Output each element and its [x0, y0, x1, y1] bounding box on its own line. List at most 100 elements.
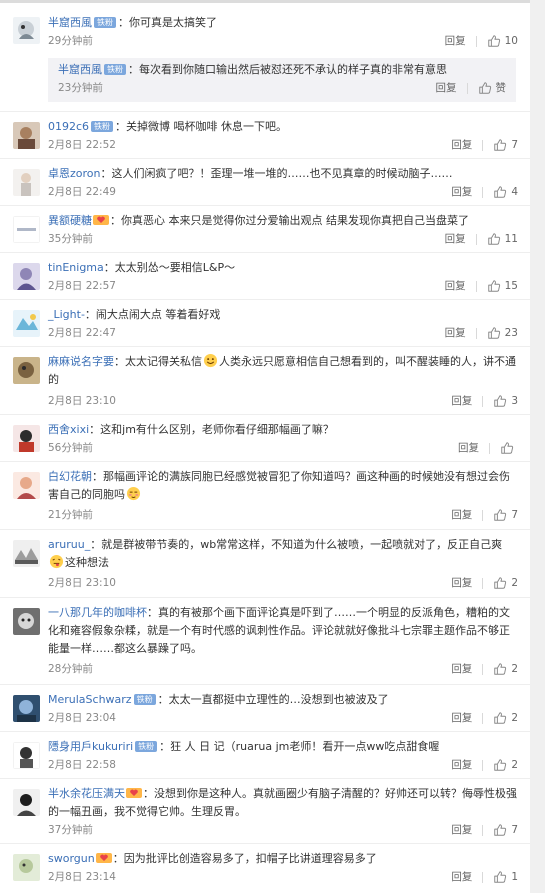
username[interactable]: 西舍xixi	[48, 423, 89, 436]
like-button[interactable]: 1	[493, 868, 518, 886]
reply-button[interactable]: 回复	[445, 277, 466, 295]
avatar[interactable]	[13, 17, 40, 44]
avatar[interactable]	[13, 263, 40, 290]
reply-button[interactable]: 回复	[445, 32, 466, 50]
avatar[interactable]	[13, 695, 40, 722]
comment-content: ：狂 人 日 记（ruarua jm老师！看开一点ww吃点甜食喔	[159, 740, 440, 753]
avatar[interactable]	[13, 216, 40, 243]
like-button[interactable]: 2	[493, 574, 518, 592]
like-button[interactable]	[500, 441, 518, 455]
thumbs-up-icon	[494, 395, 507, 407]
timestamp: 35分钟前	[48, 233, 93, 245]
like-button[interactable]: 7	[493, 506, 518, 524]
username[interactable]: 半窟西風	[58, 63, 102, 76]
tongue-emoji-icon	[49, 554, 64, 569]
like-button[interactable]: 2	[493, 756, 518, 774]
like-button[interactable]: 7	[493, 136, 518, 154]
reply-button[interactable]: 回复	[451, 709, 472, 727]
comment-item: 一八那几年的咖啡杯：真的有被那个画下面评论真是吓到了……一个明显的反派角色，糟粕…	[0, 598, 530, 685]
reply-button[interactable]: 回复	[458, 439, 479, 457]
comment-text: 半窟西風 铁粉 ：你可真是太搞笑了	[48, 14, 518, 32]
username[interactable]: aruruu_	[48, 538, 90, 551]
reply-button[interactable]: 回复	[436, 79, 457, 97]
username[interactable]: MerulaSchwarz	[48, 693, 132, 706]
comment-item: 0192c6 铁粉 ：关掉微博 喝杯咖啡 休息一下吧。 2月8日 22:52 回复 …	[0, 112, 530, 159]
comment-content: ：关掉微博 喝杯咖啡 休息一下吧。	[115, 120, 288, 133]
comment-text: 異额硬糖 ：你真恶心 本来只是觉得你过分爱输出观点 结果发现你真把自己当盘菜了	[48, 212, 518, 230]
avatar[interactable]	[13, 608, 40, 635]
like-button[interactable]: 2	[493, 709, 518, 727]
avatar[interactable]	[13, 854, 40, 881]
thumbs-up-icon	[487, 35, 500, 47]
avatar[interactable]	[13, 357, 40, 384]
reply-button[interactable]: 回复	[451, 868, 472, 886]
reply-button[interactable]: 回复	[445, 324, 466, 342]
like-label: 赞	[495, 82, 507, 94]
like-button[interactable]: 11	[487, 230, 518, 248]
divider	[475, 35, 477, 47]
like-button[interactable]: 7	[493, 821, 518, 839]
like-button[interactable]: 15	[487, 277, 518, 295]
username[interactable]: 半窟西風	[48, 16, 92, 29]
comment-text: 隱身用戶kukuriri 铁粉 ：狂 人 日 记（ruarua jm老师！看开一点w…	[48, 738, 518, 756]
timestamp: 21分钟前	[48, 509, 93, 521]
timestamp: 2月8日 23:10	[48, 577, 116, 589]
username[interactable]: 異额硬糖	[48, 214, 92, 227]
thumbs-up-icon	[494, 186, 507, 198]
reply-button[interactable]: 回复	[451, 756, 472, 774]
username[interactable]: 麻麻说名字要	[48, 355, 114, 368]
avatar[interactable]	[13, 540, 40, 567]
timestamp: 28分钟前	[48, 663, 93, 675]
comment-item: 隱身用戶kukuriri 铁粉 ：狂 人 日 记（ruarua jm老师！看开一点w…	[0, 732, 530, 779]
reply-button[interactable]: 回复	[451, 183, 472, 201]
comment-content: ：每次看到你随口输出然后被怼还死不承认的样子真的非常有意思	[128, 63, 447, 76]
divider	[475, 233, 477, 245]
like-button[interactable]: 23	[487, 324, 518, 342]
timestamp: 29分钟前	[48, 35, 93, 47]
username[interactable]: 0192c6	[48, 120, 89, 133]
like-count: 2	[511, 712, 518, 724]
username[interactable]: tinEnigma	[48, 261, 104, 274]
avatar[interactable]	[13, 789, 40, 816]
comment-item: sworgun ：因为批评比创造容易多了，扣帽子比讲道理容易多了 2月8日 23:…	[0, 844, 530, 893]
scrollbar[interactable]	[530, 0, 545, 893]
thumbs-up-icon	[494, 139, 507, 151]
comment-item: 白幻花朝：那幅画评论的满族同胞已经感觉被冒犯了你知道吗？画这种画的时候她没有想过…	[0, 462, 530, 530]
avatar[interactable]	[13, 169, 40, 196]
like-count: 7	[511, 509, 518, 521]
username[interactable]: _Light-	[48, 308, 85, 321]
username[interactable]: 卓恩zoron	[48, 167, 101, 180]
iron-fan-badge: 铁粉	[133, 694, 156, 705]
username[interactable]: 白幻花朝	[48, 470, 92, 483]
comment-item: aruruu_：就是群被带节奏的，wb常常这样，不知道为什么被喷，一起喷就对了，…	[0, 530, 530, 598]
like-button[interactable]: 2	[493, 660, 518, 678]
username[interactable]: sworgun	[48, 852, 95, 865]
username[interactable]: 一八那几年的咖啡杯	[48, 606, 147, 619]
like-button[interactable]: 赞	[478, 79, 507, 97]
avatar[interactable]	[13, 742, 40, 769]
divider	[482, 139, 484, 151]
reply-button[interactable]: 回复	[445, 230, 466, 248]
comment-content: ：太太别怂～要相信L&P～	[103, 261, 236, 274]
comment-item: MerulaSchwarz 铁粉 ：太太一直都挺中立理性的…没想到也被波及了 2月8…	[0, 685, 530, 732]
username[interactable]: 半水余花压满天	[48, 787, 125, 800]
reply-button[interactable]: 回复	[451, 660, 472, 678]
username[interactable]: 隱身用戶kukuriri	[48, 740, 133, 753]
like-button[interactable]: 3	[493, 392, 518, 410]
like-button[interactable]: 10	[487, 32, 518, 50]
avatar[interactable]	[13, 472, 40, 499]
avatar[interactable]	[13, 310, 40, 337]
reply-button[interactable]: 回复	[451, 136, 472, 154]
avatar[interactable]	[13, 425, 40, 452]
like-count: 3	[511, 395, 518, 407]
comment-content: ：这人们闲疯了吧？！歪理一堆一堆的……也不见真章的时候动脑子……	[100, 167, 453, 180]
avatar[interactable]	[13, 122, 40, 149]
reply-button[interactable]: 回复	[451, 392, 472, 410]
timestamp: 2月8日 23:14	[48, 871, 116, 883]
reply-button[interactable]: 回复	[451, 574, 472, 592]
timestamp: 2月8日 22:49	[48, 186, 116, 198]
reply-button[interactable]: 回复	[451, 821, 472, 839]
like-button[interactable]: 4	[493, 183, 518, 201]
reply-button[interactable]: 回复	[451, 506, 472, 524]
timestamp: 2月8日 23:04	[48, 712, 116, 724]
